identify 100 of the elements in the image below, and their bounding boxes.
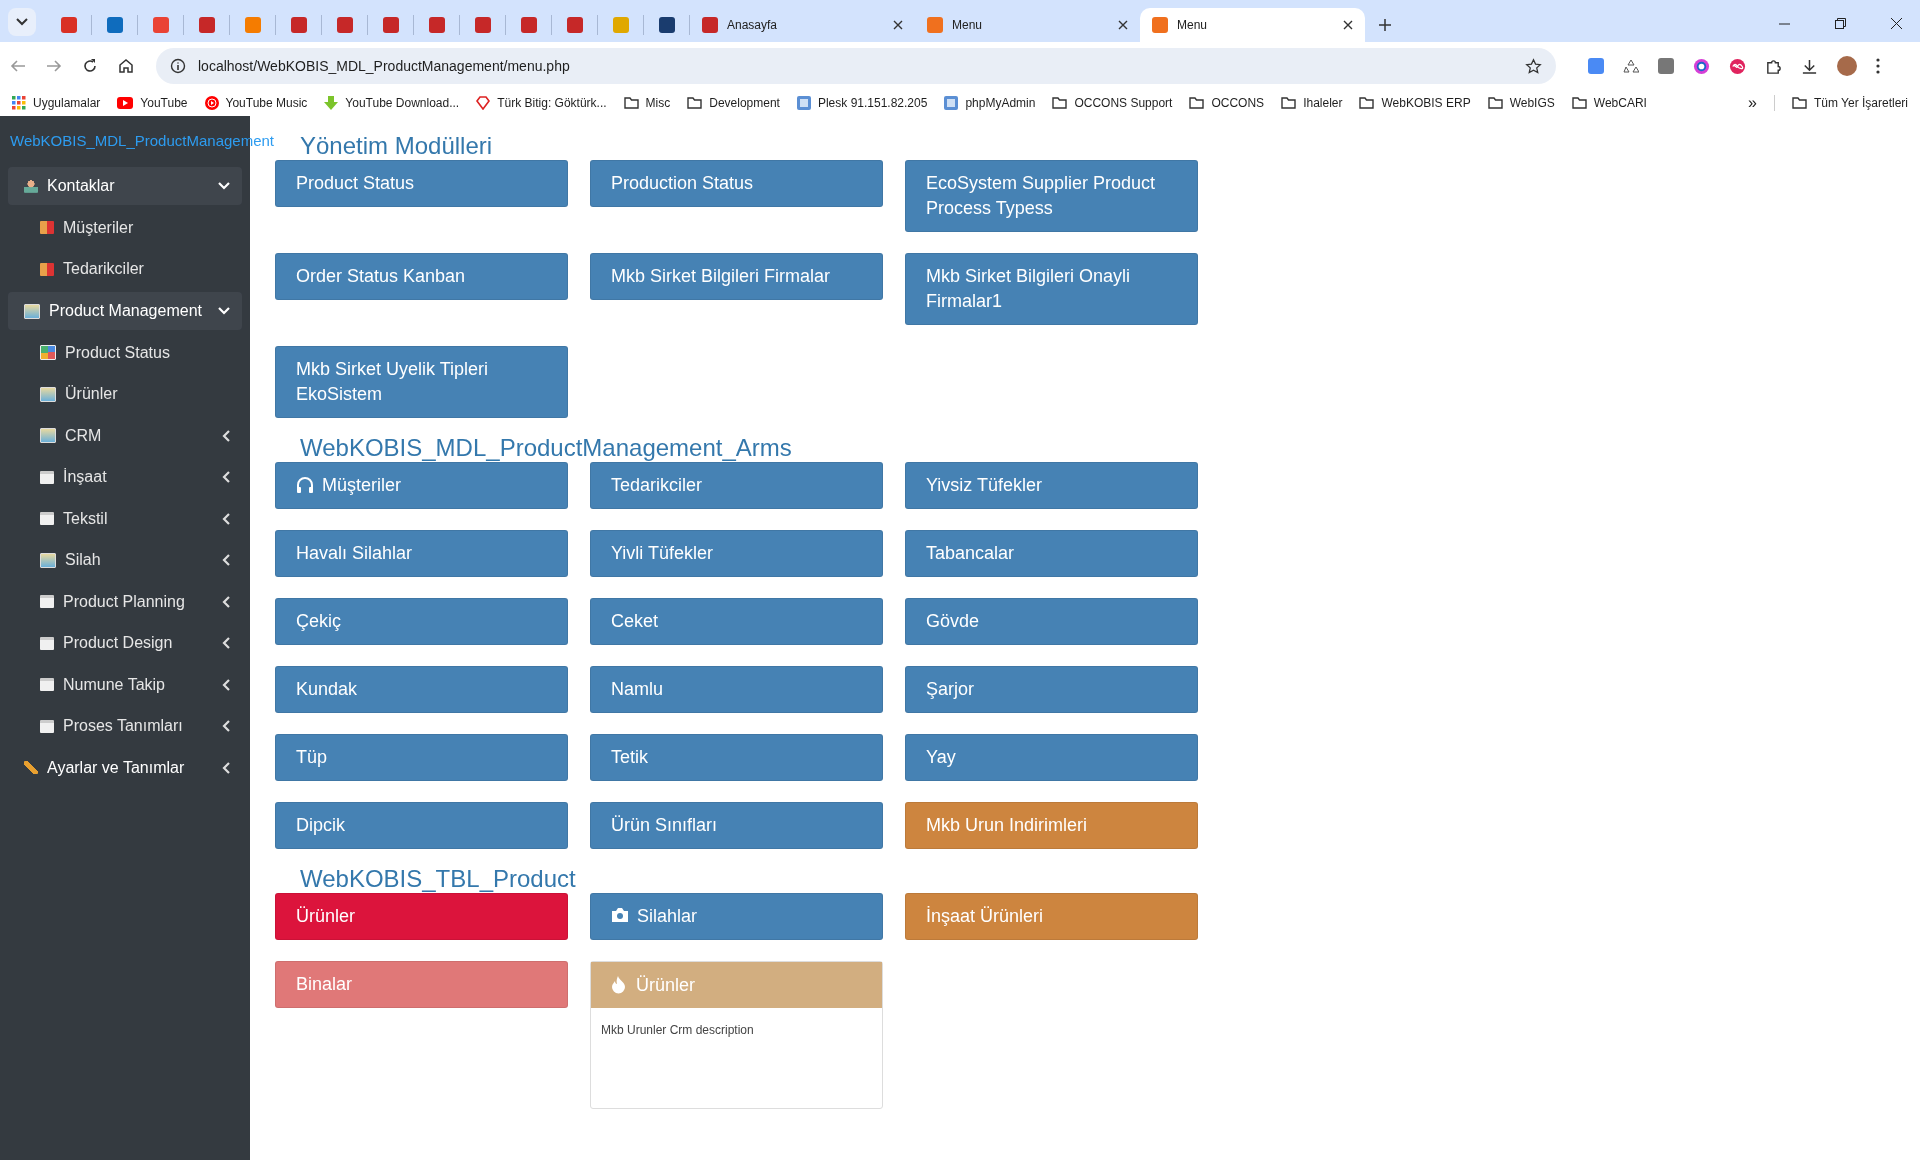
profile-avatar[interactable]: [1837, 56, 1857, 76]
download-icon[interactable]: [1801, 57, 1818, 75]
all-bookmarks-button[interactable]: Tüm Yer İşaretleri: [1791, 96, 1908, 110]
folder-icon: [1189, 97, 1205, 109]
browser-tab[interactable]: Menu: [915, 8, 1140, 42]
sidebar-item[interactable]: Ürünler: [8, 373, 242, 415]
bookmark[interactable]: OCCONS Support: [1052, 96, 1173, 110]
more-bookmarks-button[interactable]: »: [1748, 94, 1757, 112]
menu-item-icon: [40, 719, 54, 733]
bookmark-label: OCCONS Support: [1074, 96, 1173, 110]
module-button[interactable]: Ürünler: [275, 893, 568, 940]
menu-item-icon: [40, 595, 54, 609]
sidebar-item[interactable]: Müşteriler: [8, 207, 242, 249]
tab-title: Menu: [1177, 18, 1209, 32]
bookmark[interactable]: YouTube: [117, 96, 188, 110]
module-button[interactable]: Kundak: [275, 666, 568, 713]
star-icon[interactable]: [1525, 57, 1542, 75]
bookmark-label: YouTube Download...: [345, 96, 460, 110]
module-button[interactable]: Tabancalar: [905, 530, 1198, 577]
info-icon[interactable]: [170, 58, 186, 74]
bookmark[interactable]: Development: [687, 96, 780, 110]
module-button[interactable]: Tüp: [275, 734, 568, 781]
module-button[interactable]: Müşteriler: [275, 462, 568, 509]
browser-tab[interactable]: Anasayfa: [690, 8, 915, 42]
bookmark-label: YouTube: [140, 96, 188, 110]
module-button[interactable]: Havalı Silahlar: [275, 530, 568, 577]
module-button[interactable]: Silahlar: [590, 893, 883, 940]
module-button[interactable]: Şarjor: [905, 666, 1198, 713]
sidebar-item[interactable]: Kontaklar: [8, 167, 242, 205]
more-icon[interactable]: [1876, 58, 1880, 74]
sidebar-item[interactable]: Product Design: [8, 622, 242, 664]
bookmark[interactable]: Uygulamalar: [12, 96, 101, 110]
bookmark-label: Türk Bitig: Göktürk...: [497, 96, 607, 110]
bookmark[interactable]: WebCARI: [1571, 96, 1647, 110]
bookmark[interactable]: Ihaleler: [1281, 96, 1343, 110]
menu-item-icon: [40, 386, 56, 402]
tab-search-button[interactable]: [8, 8, 36, 36]
bookmark-label: Development: [709, 96, 780, 110]
back-icon[interactable]: [10, 58, 26, 74]
sidebar-item[interactable]: Tedarikciler: [8, 248, 242, 290]
bookmark[interactable]: YouTube Music: [204, 96, 308, 110]
module-button[interactable]: Product Status: [275, 160, 568, 207]
sidebar-item[interactable]: Product Planning: [8, 581, 242, 623]
browser-tab[interactable]: Menu: [1140, 8, 1365, 42]
caret-icon: [16, 18, 28, 26]
module-button[interactable]: Dipcik: [275, 802, 568, 849]
infinity-icon[interactable]: [1729, 57, 1746, 75]
module-button[interactable]: Mkb Sirket Uyelik Tipleri EkoSistem: [275, 346, 568, 418]
sidebar-item[interactable]: Product Management: [8, 292, 242, 330]
sidebar-item[interactable]: İnşaat: [8, 456, 242, 498]
new-tab-icon[interactable]: [1379, 19, 1391, 31]
bookmark[interactable]: YouTube Download...: [324, 96, 460, 110]
home-icon[interactable]: [118, 58, 134, 74]
menu-item-icon: [40, 678, 54, 692]
forward-icon[interactable]: [46, 58, 62, 74]
tab-title: Anasayfa: [727, 18, 779, 32]
sidebar-item[interactable]: Numune Takip: [8, 664, 242, 706]
menu-item-icon: [24, 179, 38, 193]
camera-icon: [611, 907, 629, 923]
sidebar-item[interactable]: Tekstil: [8, 498, 242, 540]
bookmark[interactable]: Türk Bitig: Göktürk...: [476, 96, 607, 110]
module-button[interactable]: Order Status Kanban: [275, 253, 568, 300]
menu-item-icon: [40, 470, 54, 484]
bookmark[interactable]: Plesk 91.151.82.205: [796, 96, 928, 110]
restore-icon[interactable]: [1835, 18, 1846, 29]
folder-icon: [1359, 97, 1375, 109]
module-button[interactable]: Tetik: [590, 734, 883, 781]
module-button[interactable]: Ürün Sınıfları: [590, 802, 883, 849]
close-icon[interactable]: [1343, 20, 1353, 30]
bookmark[interactable]: OCCONS: [1189, 96, 1265, 110]
bookmark[interactable]: WebKOBIS ERP: [1359, 96, 1471, 110]
module-button[interactable]: Tedarikciler: [590, 462, 883, 509]
module-button[interactable]: Production Status: [590, 160, 883, 207]
sidebar-item[interactable]: Proses Tanımları: [8, 705, 242, 747]
module-button[interactable]: Mkb Sirket Bilgileri Onayli Firmalar1: [905, 253, 1198, 325]
module-button[interactable]: Yivsiz Tüfekler: [905, 462, 1198, 509]
puzzle-icon[interactable]: [1765, 57, 1782, 75]
module-button[interactable]: Ceket: [590, 598, 883, 645]
bookmark-label: Uygulamalar: [33, 96, 101, 110]
bookmark[interactable]: WebIGS: [1487, 96, 1555, 110]
sidebar-item[interactable]: Silah: [8, 539, 242, 581]
close-icon[interactable]: [893, 20, 903, 30]
module-button[interactable]: Çekiç: [275, 598, 568, 645]
module-button[interactable]: EcoSystem Supplier Product Process Typess: [905, 160, 1198, 232]
close-icon[interactable]: [1891, 18, 1902, 29]
module-button[interactable]: Yay: [905, 734, 1198, 781]
address-bar[interactable]: localhost/WebKOBIS_MDL_ProductManagement/menu.php: [156, 48, 1556, 84]
module-button[interactable]: Namlu: [590, 666, 883, 713]
module-button[interactable]: Mkb Sirket Bilgileri Firmalar: [590, 253, 883, 300]
sidebar-item[interactable]: Product Status: [8, 332, 242, 374]
menu-item-icon: [24, 303, 40, 319]
sidebar-item[interactable]: Ayarlar ve Tanımlar: [8, 747, 242, 789]
reload-icon[interactable]: [82, 58, 98, 74]
sidebar-item[interactable]: CRM: [8, 415, 242, 457]
module-button[interactable]: Yivli Tüfekler: [590, 530, 883, 577]
bookmark[interactable]: phpMyAdmin: [944, 96, 1036, 110]
module-card[interactable]: Ürünler Mkb Urunler Crm description: [590, 961, 883, 1109]
module-button[interactable]: Gövde: [905, 598, 1198, 645]
close-icon[interactable]: [1118, 20, 1128, 30]
bookmark[interactable]: Misc: [623, 96, 671, 110]
